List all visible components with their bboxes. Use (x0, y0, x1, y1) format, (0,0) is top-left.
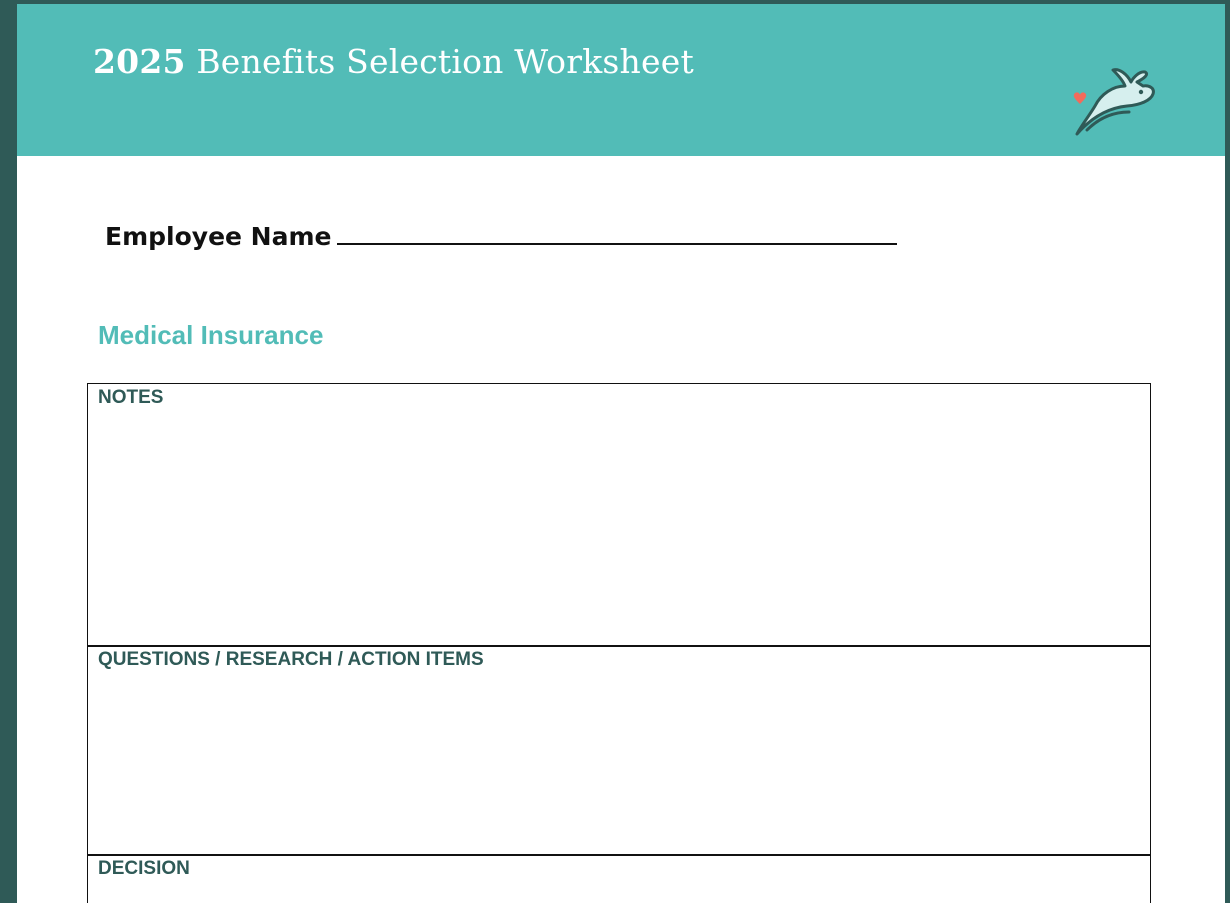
decision-box[interactable]: DECISION (87, 854, 1151, 903)
document-page: 2025 Benefits Selection Worksheet Employ… (17, 4, 1225, 903)
decision-label: DECISION (98, 858, 190, 879)
notes-label: NOTES (98, 387, 164, 408)
title-year: 2025 (93, 42, 186, 81)
notes-box[interactable]: NOTES (87, 383, 1151, 647)
employee-name-row: Employee Name (105, 222, 898, 251)
title-text: Benefits Selection Worksheet (196, 42, 694, 81)
header-banner: 2025 Benefits Selection Worksheet (17, 4, 1225, 156)
employee-name-field[interactable] (337, 243, 898, 245)
employee-name-label: Employee Name (105, 222, 332, 251)
questions-label: QUESTIONS / RESEARCH / ACTION ITEMS (98, 649, 484, 670)
page-title: 2025 Benefits Selection Worksheet (93, 42, 694, 81)
rabbit-with-heart-icon (1073, 68, 1155, 136)
section-title: Medical Insurance (98, 320, 324, 350)
questions-box[interactable]: QUESTIONS / RESEARCH / ACTION ITEMS (87, 645, 1151, 856)
